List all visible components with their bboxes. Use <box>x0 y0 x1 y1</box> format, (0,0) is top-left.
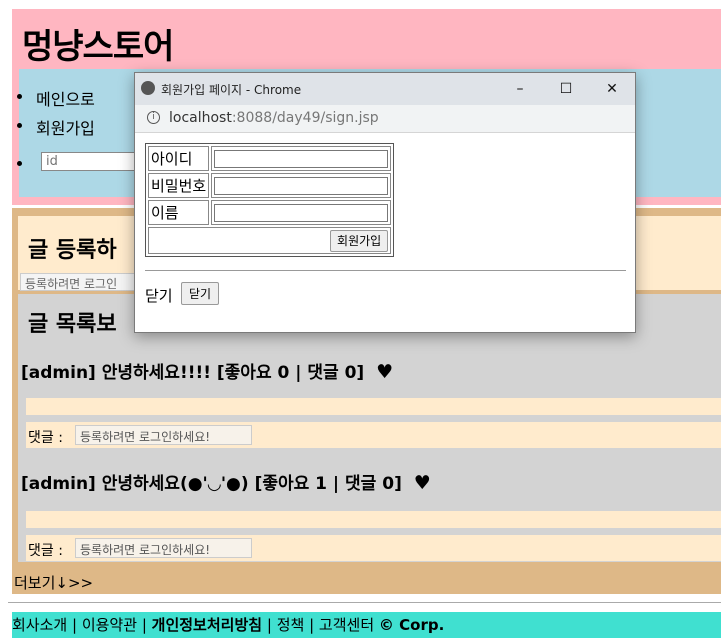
bullet-icon <box>17 123 22 128</box>
nav-item-signup[interactable]: 회원가입 <box>17 115 95 139</box>
footer-separator: | <box>266 616 272 634</box>
nav-item-label[interactable]: 메인으로 <box>36 90 95 109</box>
footer-about-link[interactable]: 회사소개 <box>12 616 67 634</box>
footer-separator: | <box>71 616 78 634</box>
signup-id-input[interactable] <box>214 149 389 168</box>
maximize-button[interactable]: ☐ <box>543 73 589 105</box>
url-path: :8088/day49/sign.jsp <box>231 110 379 126</box>
signup-form: 아이디 비밀번호 이름 회원가입 <box>145 143 395 257</box>
comment-input[interactable]: 등록하려면 로그인하세요! <box>75 538 252 558</box>
signup-submit-button[interactable]: 회원가입 <box>330 229 389 252</box>
post-author: [admin] <box>21 474 96 494</box>
post-title-row[interactable]: [admin] 안녕하세요(●'◡'●) [좋아요 1 | 댓글 0] ♥ <box>21 469 431 494</box>
footer: 회사소개 | 이용약관 | 개인정보처리방침 | 정책 | 고객센터 © Cor… <box>12 612 721 638</box>
comment-input[interactable]: 등록하려면 로그인하세요! <box>75 425 252 445</box>
list-section: 글 목록보 [admin] 안녕하세요!!!! [좋아요 0 | 댓글 0] ♥… <box>18 294 721 562</box>
id-input[interactable] <box>41 152 146 171</box>
nav-item-main[interactable]: 메인으로 <box>17 86 95 110</box>
password-label: 비밀번호 <box>148 173 210 198</box>
store-title: 멍냥스토어 <box>22 27 174 67</box>
footer-separator: | <box>309 616 315 634</box>
popup-titlebar[interactable]: 회원가입 페이지 - Chrome – ☐ ✕ <box>135 73 635 105</box>
list-section-title: 글 목록보 <box>28 312 117 337</box>
close-window-button[interactable]: ✕ <box>589 73 635 105</box>
post-title-row[interactable]: [admin] 안녕하세요!!!! [좋아요 0 | 댓글 0] ♥ <box>21 358 393 383</box>
close-button[interactable]: 닫기 <box>181 282 220 305</box>
bullet-icon <box>17 94 22 99</box>
info-icon[interactable]: i <box>147 111 160 124</box>
comment-label: 댓글 : <box>28 430 63 446</box>
popup-divider <box>145 270 626 271</box>
post-title[interactable]: 안녕하세요(●'◡'●) <box>102 474 249 494</box>
name-label: 이름 <box>148 200 210 225</box>
footer-support-link[interactable]: 고객센터 <box>319 616 374 634</box>
footer-privacy-link[interactable]: 개인정보처리방침 <box>152 616 262 634</box>
more-link[interactable]: 더보기↓>> <box>14 572 93 593</box>
id-label: 아이디 <box>148 146 210 171</box>
signup-name-input[interactable] <box>214 203 389 222</box>
minimize-button[interactable]: – <box>497 73 543 105</box>
write-section-title: 글 등록하 <box>28 238 117 263</box>
footer-terms-link[interactable]: 이용약관 <box>82 616 137 634</box>
nav-item-label[interactable]: 회원가입 <box>36 119 95 138</box>
comment-label: 댓글 : <box>28 543 63 559</box>
bullet-icon <box>17 161 22 166</box>
signup-popup-window: 회원가입 페이지 - Chrome – ☐ ✕ i localhost:8088… <box>134 72 636 333</box>
close-text: 닫기 <box>145 287 173 305</box>
post-stats: [좋아요 0 | 댓글 0] <box>216 363 365 383</box>
heart-icon[interactable]: ♥ <box>376 361 393 383</box>
comment-row: 댓글 : 등록하려면 로그인하세요! <box>26 535 721 561</box>
popup-title: 회원가입 페이지 - Chrome <box>161 83 302 97</box>
footer-separator: | <box>141 616 147 634</box>
url-host: localhost <box>169 110 232 126</box>
heart-icon[interactable]: ♥ <box>414 472 431 494</box>
post-content <box>26 398 721 415</box>
address-bar[interactable]: i localhost:8088/day49/sign.jsp <box>135 105 635 133</box>
post-title[interactable]: 안녕하세요!!!! <box>102 363 211 383</box>
url-text[interactable]: localhost:8088/day49/sign.jsp <box>169 110 379 126</box>
footer-copyright: © Corp. <box>378 616 445 634</box>
post-author: [admin] <box>21 363 96 383</box>
signup-password-input[interactable] <box>214 176 389 195</box>
divider <box>8 602 721 603</box>
globe-icon <box>141 81 155 95</box>
post-stats: [좋아요 1 | 댓글 0] <box>254 474 402 494</box>
comment-row: 댓글 : 등록하려면 로그인하세요! <box>26 422 721 448</box>
footer-policy-link[interactable]: 정책 <box>277 616 305 634</box>
post-content <box>26 511 721 528</box>
